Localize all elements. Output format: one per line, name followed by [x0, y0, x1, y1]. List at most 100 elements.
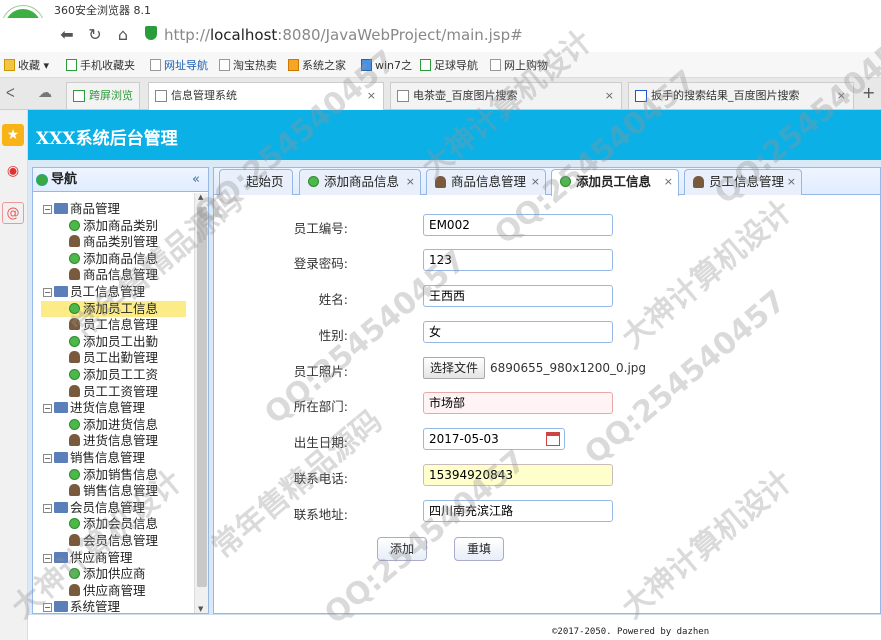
tree-item[interactable]: 会员信息管理	[69, 533, 158, 550]
tree-label: 系统管理	[70, 599, 121, 613]
browser-tab-active[interactable]: 信息管理系统 ×	[148, 82, 384, 110]
tree-group[interactable]: − 会员信息管理	[43, 500, 145, 517]
tree-group[interactable]: − 销售信息管理	[43, 450, 145, 467]
tree-item[interactable]: 添加进货信息	[69, 417, 158, 434]
tree-item[interactable]: 添加商品类别	[69, 218, 158, 235]
tree-item[interactable]: 进货信息管理	[69, 433, 158, 450]
tree-item[interactable]: 添加员工信息	[41, 300, 186, 318]
birth-date-input[interactable]: 2017-05-03	[423, 428, 565, 450]
bookmark-item[interactable]: 手机收藏夹	[66, 57, 135, 73]
tree-item[interactable]: 员工出勤管理	[69, 350, 158, 367]
tree-expand-icon[interactable]: −	[43, 404, 52, 414]
browser-sidebar: ★ ◉ @	[0, 110, 28, 640]
tab-employee-manage[interactable]: 员工信息管理 ×	[684, 169, 802, 195]
add-icon	[69, 568, 80, 580]
address-input[interactable]: 四川南充滨江路	[423, 500, 613, 522]
tree-expand-icon[interactable]: −	[43, 288, 52, 297]
tab-add-product[interactable]: 添加商品信息 ×	[299, 169, 421, 195]
tree-label: 员工出勤管理	[83, 350, 159, 366]
tree-item[interactable]: 商品信息管理	[69, 267, 158, 284]
tree-item[interactable]: 添加商品信息	[69, 251, 158, 268]
tree-group[interactable]: − 供应商管理	[43, 550, 133, 567]
tree-label: 进货信息管理	[70, 400, 146, 416]
scroll-thumb[interactable]	[197, 207, 207, 587]
new-tab-icon[interactable]: +	[862, 83, 875, 102]
tab-add-employee[interactable]: 添加员工信息 ×	[551, 169, 679, 196]
emp-no-input[interactable]: EM002	[423, 214, 613, 236]
tree-item[interactable]: 添加员工工资	[69, 367, 158, 384]
tree-item[interactable]: 供应商管理	[69, 583, 146, 600]
add-icon	[69, 418, 80, 430]
url-field[interactable]: http://localhost:8080/JavaWebProject/mai…	[164, 24, 881, 46]
row-birth: 出生日期: 2017-05-03	[214, 428, 880, 454]
back-icon[interactable]: ⬅	[56, 24, 78, 46]
browser-tab[interactable]: 跨屏浏览	[66, 82, 140, 109]
nav-collapse-icon[interactable]: «	[192, 168, 200, 192]
birth-label: 出生日期:	[293, 435, 348, 450]
tree-label: 员工信息管理	[70, 284, 146, 299]
tree-group[interactable]: − 进货信息管理	[43, 400, 145, 417]
tree-group[interactable]: − 员工信息管理	[43, 284, 145, 301]
tab-close-icon[interactable]: ×	[664, 170, 673, 194]
mail-icon[interactable]: @	[2, 202, 24, 224]
tree-label: 添加进货信息	[83, 416, 159, 432]
reset-button[interactable]: 重填	[454, 537, 504, 561]
tab-close-icon[interactable]: ×	[531, 170, 540, 194]
tab-close-icon[interactable]: ×	[837, 83, 846, 109]
add-icon	[69, 252, 80, 264]
phone-input[interactable]: 15394920843	[423, 464, 613, 486]
tab-close-icon[interactable]: ×	[367, 83, 376, 109]
name-input[interactable]: 王西西	[423, 285, 613, 307]
add-button[interactable]: 添加	[377, 537, 427, 561]
bookmark-item[interactable]: 系统之家	[288, 57, 346, 73]
bookmark-item[interactable]: 收藏 ▾	[4, 57, 49, 73]
home-icon[interactable]: ⌂	[112, 24, 134, 46]
add-icon	[69, 302, 80, 314]
tab-close-icon[interactable]: ×	[787, 170, 796, 194]
tree-item[interactable]: 销售信息管理	[69, 483, 158, 500]
cloud-icon[interactable]: ☁	[38, 85, 52, 101]
refresh-icon[interactable]: ↻	[84, 24, 106, 46]
dept-input[interactable]: 市场部	[423, 392, 613, 414]
tree-expand-icon[interactable]: −	[43, 503, 52, 513]
bookmark-item[interactable]: 淘宝热卖	[219, 57, 277, 73]
tab-scroll-left-icon[interactable]: ᐸ	[6, 86, 15, 100]
tab-product-manage[interactable]: 商品信息管理 ×	[426, 169, 546, 195]
calendar-icon[interactable]	[546, 432, 560, 446]
nav-panel: 导航 « − 商品管理 添加商品类别 商品类别管理 添加商品信息 商品信息管理 − 员工信息管…	[32, 167, 209, 614]
tree-expand-icon[interactable]: −	[43, 603, 52, 613]
bookmark-item[interactable]: 网上购物	[490, 57, 548, 73]
browser-tab[interactable]: 扳手的搜索结果_百度图片搜索 ×	[628, 82, 854, 109]
tree-item[interactable]: 商品类别管理	[69, 234, 158, 251]
tree-expand-icon[interactable]: −	[43, 553, 52, 563]
tree-expand-icon[interactable]: −	[43, 205, 52, 214]
tree-item[interactable]: 添加供应商	[69, 566, 146, 583]
tree-item[interactable]: 添加销售信息	[69, 467, 158, 484]
tree-item[interactable]: 员工工资管理	[69, 384, 158, 401]
browser-tab[interactable]: 电茶壶_百度图片搜索 ×	[390, 82, 622, 109]
password-input[interactable]: 123	[423, 249, 613, 271]
tree-item[interactable]: 员工信息管理	[69, 317, 158, 334]
tree-item[interactable]: 添加员工出勤	[69, 334, 158, 351]
tree-item[interactable]: 添加会员信息	[69, 516, 158, 533]
tab-close-icon[interactable]: ×	[605, 83, 614, 109]
bookmark-item[interactable]: 足球导航	[420, 57, 478, 73]
tree-label: 添加员工工资	[83, 367, 159, 382]
choose-file-button[interactable]: 选择文件	[423, 357, 486, 379]
nav-scrollbar[interactable]: ▲ ▼	[194, 193, 208, 613]
bookmark-item[interactable]: 网址导航	[150, 57, 208, 73]
gender-input[interactable]: 女	[423, 321, 613, 343]
bookmark-item[interactable]: win7之	[361, 57, 412, 73]
content-tabs: 起始页 添加商品信息 × 商品信息管理 × 添加员工信息 × 员工信息管理 ×	[214, 168, 880, 196]
tree-expand-icon[interactable]: −	[43, 454, 52, 463]
tree-label: 供应商管理	[70, 549, 133, 565]
tree-group[interactable]: − 商品管理	[43, 201, 120, 218]
tab-close-icon[interactable]: ×	[406, 170, 415, 194]
browser-titlebar: 360安全浏览器 8.1	[0, 0, 881, 18]
tree-group[interactable]: − 系统管理	[43, 599, 120, 613]
photo-label: 员工照片:	[293, 364, 348, 379]
weibo-icon[interactable]: ◉	[2, 160, 24, 182]
favorites-star-icon[interactable]: ★	[2, 124, 24, 146]
tree-label: 销售信息管理	[70, 450, 146, 465]
tab-home[interactable]: 起始页	[219, 169, 293, 195]
